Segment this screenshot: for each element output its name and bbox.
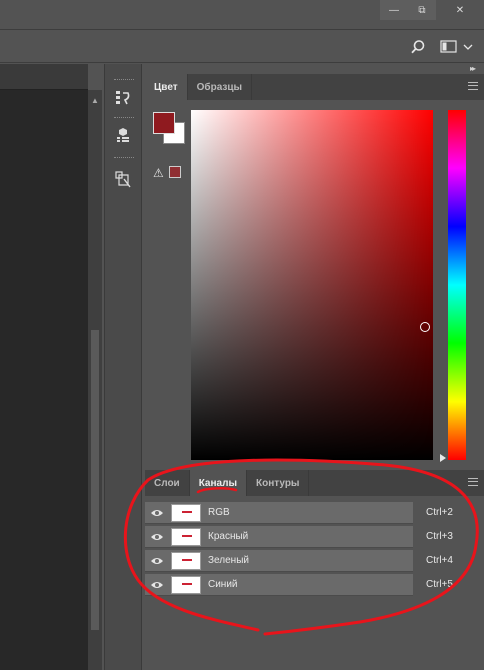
close-button[interactable]: ✕ xyxy=(436,0,484,20)
dock-grip[interactable] xyxy=(114,117,134,119)
history-panel-button[interactable] xyxy=(107,85,139,111)
path-select-icon xyxy=(115,171,131,188)
options-bar xyxy=(0,29,484,63)
close-icon: ✕ xyxy=(455,4,465,16)
channel-thumbnail xyxy=(171,528,201,546)
3d-panel-button[interactable] xyxy=(107,123,139,149)
saturation-brightness-field[interactable] xyxy=(191,110,433,460)
chevron-down-icon xyxy=(463,44,473,50)
expand-dock-arrows[interactable]: ▸▸ xyxy=(470,64,476,74)
channel-name: RGB xyxy=(208,507,230,518)
channel-row-green[interactable]: Зеленый Ctrl+4 xyxy=(145,550,453,572)
document-canvas[interactable] xyxy=(0,64,88,670)
scroll-up-icon[interactable]: ▲ xyxy=(91,96,99,105)
search-button[interactable] xyxy=(406,36,430,58)
channel-thumbnail xyxy=(171,504,201,522)
channel-row-red[interactable]: Красный Ctrl+3 xyxy=(145,526,453,548)
scrollbar-thumb[interactable] xyxy=(91,330,99,630)
channel-shortcut: Ctrl+4 xyxy=(426,555,453,566)
title-bar: — ⧉ ✕ xyxy=(0,0,484,24)
dock-grip[interactable] xyxy=(114,157,134,159)
collapsed-panel-dock xyxy=(104,64,142,670)
gamut-warning-icon[interactable]: ⚠ xyxy=(153,166,164,180)
foreground-color-swatch[interactable] xyxy=(153,112,175,134)
document-tab-bar xyxy=(0,64,88,90)
tab-channels[interactable]: Каналы xyxy=(189,470,247,496)
tab-swatches[interactable]: Образцы xyxy=(188,74,253,100)
color-panel: Цвет Образцы ⚠ xyxy=(145,74,484,462)
history-icon xyxy=(116,91,130,105)
channel-shortcut: Ctrl+3 xyxy=(426,531,453,542)
minimize-button[interactable]: — xyxy=(380,0,408,20)
in-gamut-color-swatch[interactable] xyxy=(169,166,181,178)
tab-color[interactable]: Цвет xyxy=(145,74,188,100)
minimize-icon: — xyxy=(389,4,399,16)
channels-panel-tabs: Слои Каналы Контуры xyxy=(145,470,484,496)
restore-button[interactable]: ⧉ xyxy=(408,0,436,20)
3d-cube-icon xyxy=(117,128,129,142)
channel-thumbnail xyxy=(171,576,201,594)
color-panel-tabs: Цвет Образцы xyxy=(145,74,484,100)
channels-panel: Слои Каналы Контуры RGB Ctrl+2 Красный C… xyxy=(145,470,484,670)
channel-row-rgb[interactable]: RGB Ctrl+2 xyxy=(145,502,453,524)
workspace-switcher[interactable] xyxy=(440,37,478,57)
tab-layers[interactable]: Слои xyxy=(145,470,190,496)
restore-icon: ⧉ xyxy=(418,4,426,16)
channel-shortcut: Ctrl+5 xyxy=(426,579,453,590)
workspace-icon xyxy=(440,40,457,53)
channel-shortcut: Ctrl+2 xyxy=(426,507,453,518)
channel-row-blue[interactable]: Синий Ctrl+5 xyxy=(145,574,453,596)
search-icon xyxy=(411,40,425,54)
channel-thumbnail xyxy=(171,552,201,570)
hue-slider-pointer[interactable] xyxy=(440,454,446,462)
channel-name: Синий xyxy=(208,579,238,590)
panel-menu-icon[interactable] xyxy=(468,478,478,486)
dock-grip[interactable] xyxy=(114,79,134,81)
eye-icon[interactable] xyxy=(149,508,165,518)
hue-slider[interactable] xyxy=(448,110,466,460)
tab-paths[interactable]: Контуры xyxy=(247,470,310,496)
paths-panel-button[interactable] xyxy=(107,166,139,192)
channel-name: Красный xyxy=(208,531,249,542)
eye-icon[interactable] xyxy=(149,580,165,590)
color-picker-marker[interactable] xyxy=(420,322,430,332)
panel-menu-icon[interactable] xyxy=(468,82,478,90)
vertical-scrollbar[interactable]: ▲ xyxy=(88,90,102,670)
eye-icon[interactable] xyxy=(149,556,165,566)
eye-icon[interactable] xyxy=(149,532,165,542)
channel-name: Зеленый xyxy=(208,555,249,566)
